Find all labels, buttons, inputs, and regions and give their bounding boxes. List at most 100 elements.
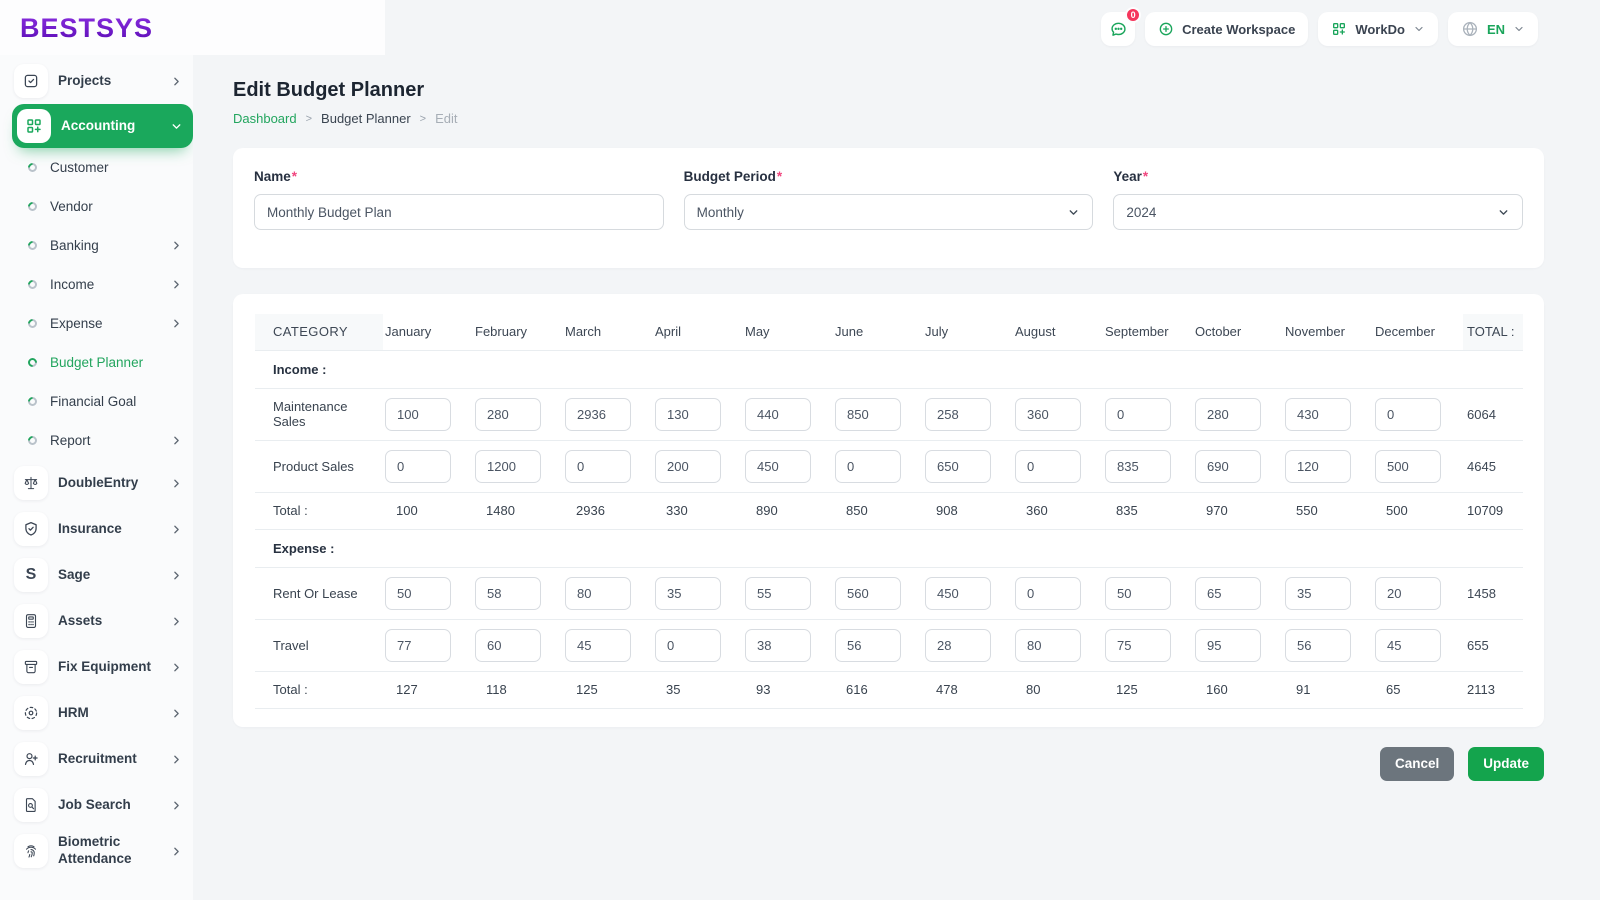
sidebar-item-vendor[interactable]: Vendor — [0, 187, 193, 226]
month-total: 550 — [1283, 492, 1373, 530]
name-input[interactable] — [254, 194, 664, 230]
budget-amount-input[interactable] — [745, 449, 811, 483]
budget-amount-input[interactable] — [565, 628, 631, 662]
required-asterisk: * — [776, 169, 783, 184]
sidebar-item-biometric-attendance[interactable]: Biometric Attendance — [0, 828, 193, 874]
budget-amount-input[interactable] — [565, 576, 631, 610]
budget-amount-input[interactable] — [1375, 449, 1441, 483]
sidebar-item-expense[interactable]: Expense — [0, 304, 193, 343]
budget-amount-input[interactable] — [1105, 576, 1171, 610]
sidebar-item-fix-equipment[interactable]: Fix Equipment — [0, 644, 193, 690]
table-cell — [473, 619, 563, 672]
budget-period-select[interactable]: Monthly — [683, 194, 1094, 230]
workspace-switcher[interactable]: WorkDo — [1318, 12, 1438, 46]
budget-amount-input[interactable] — [655, 449, 721, 483]
table-cell — [1013, 440, 1103, 493]
budget-amount-input[interactable] — [1015, 576, 1081, 610]
sidebar-item-sage[interactable]: S Sage — [0, 552, 193, 598]
month-total: 125 — [1103, 671, 1193, 709]
budget-amount-input[interactable] — [1285, 397, 1351, 431]
year-select[interactable]: 2024 — [1113, 194, 1523, 230]
sidebar-item-report[interactable]: Report — [0, 421, 193, 460]
chevron-right-icon — [170, 75, 183, 88]
globe-icon — [1461, 20, 1479, 38]
budget-amount-input[interactable] — [385, 576, 451, 610]
budget-amount-input[interactable] — [1105, 449, 1171, 483]
sidebar-item-job-search[interactable]: Job Search — [0, 782, 193, 828]
budget-amount-input[interactable] — [1195, 397, 1261, 431]
budget-amount-input[interactable] — [655, 397, 721, 431]
sidebar-item-accounting[interactable]: Accounting — [12, 104, 193, 148]
month-total: 330 — [653, 492, 743, 530]
sidebar-item-budget-planner[interactable]: Budget Planner — [0, 343, 193, 382]
month-total: 360 — [1013, 492, 1103, 530]
breadcrumb-separator: > — [305, 112, 313, 125]
budget-amount-input[interactable] — [925, 397, 991, 431]
section-row: Income : — [255, 350, 1523, 389]
budget-amount-input[interactable] — [475, 449, 541, 483]
sidebar-item-insurance[interactable]: Insurance — [0, 506, 193, 552]
budget-amount-input[interactable] — [925, 576, 991, 610]
breadcrumb-dashboard[interactable]: Dashboard — [233, 111, 297, 126]
sidebar-item-financial-goal[interactable]: Financial Goal — [0, 382, 193, 421]
budget-amount-input[interactable] — [745, 628, 811, 662]
sidebar-item-label: Sage — [58, 566, 91, 582]
budget-amount-input[interactable] — [835, 397, 901, 431]
language-selector[interactable]: EN — [1447, 12, 1538, 46]
budget-amount-input[interactable] — [385, 397, 451, 431]
budget-amount-input[interactable] — [385, 449, 451, 483]
budget-amount-input[interactable] — [475, 576, 541, 610]
budget-amount-input[interactable] — [925, 628, 991, 662]
budget-amount-input[interactable] — [1105, 628, 1171, 662]
budget-amount-input[interactable] — [1285, 628, 1351, 662]
budget-amount-input[interactable] — [1285, 576, 1351, 610]
table-cell — [1013, 567, 1103, 620]
budget-amount-input[interactable] — [835, 449, 901, 483]
budget-amount-input[interactable] — [835, 628, 901, 662]
budget-amount-input[interactable] — [1015, 397, 1081, 431]
budget-amount-input[interactable] — [1195, 449, 1261, 483]
sidebar-item-doubleentry[interactable]: DoubleEntry — [0, 460, 193, 506]
budget-amount-input[interactable] — [1015, 449, 1081, 483]
sidebar-item-customer[interactable]: Customer — [0, 148, 193, 187]
messages-badge: 0 — [1125, 7, 1142, 23]
budget-amount-input[interactable] — [745, 576, 811, 610]
sidebar-item-banking[interactable]: Banking — [0, 226, 193, 265]
sidebar-item-label: Financial Goal — [50, 394, 137, 409]
create-workspace-button[interactable]: Create Workspace — [1145, 12, 1309, 46]
budget-amount-input[interactable] — [655, 576, 721, 610]
sidebar-item-recruitment[interactable]: Recruitment — [0, 736, 193, 782]
budget-amount-input[interactable] — [1375, 576, 1441, 610]
table-cell — [833, 440, 923, 493]
month-total: 80 — [1013, 671, 1103, 709]
messages-button[interactable]: 0 — [1101, 7, 1142, 46]
update-button[interactable]: Update — [1468, 746, 1544, 781]
budget-amount-input[interactable] — [1375, 397, 1441, 431]
budget-amount-input[interactable] — [565, 397, 631, 431]
budget-amount-input[interactable] — [1195, 628, 1261, 662]
budget-amount-input[interactable] — [835, 576, 901, 610]
budget-amount-input[interactable] — [1105, 397, 1171, 431]
budget-amount-input[interactable] — [475, 628, 541, 662]
budget-amount-input[interactable] — [1375, 628, 1441, 662]
table-cell — [743, 619, 833, 672]
required-asterisk: * — [291, 169, 298, 184]
budget-amount-input[interactable] — [655, 628, 721, 662]
budget-amount-input[interactable] — [475, 397, 541, 431]
category-label: Product Sales — [255, 440, 383, 493]
cancel-button[interactable]: Cancel — [1379, 746, 1455, 781]
sidebar-item-assets[interactable]: Assets — [0, 598, 193, 644]
accounting-icon — [17, 109, 51, 143]
sidebar-item-projects[interactable]: Projects — [0, 58, 193, 104]
budget-amount-input[interactable] — [385, 628, 451, 662]
budget-amount-input[interactable] — [1195, 576, 1261, 610]
sidebar-item-income[interactable]: Income — [0, 265, 193, 304]
budget-amount-input[interactable] — [1015, 628, 1081, 662]
budget-amount-input[interactable] — [1285, 449, 1351, 483]
budget-amount-input[interactable] — [745, 397, 811, 431]
row-total: 4645 — [1463, 440, 1523, 493]
sidebar-item-hrm[interactable]: HRM — [0, 690, 193, 736]
budget-amount-input[interactable] — [565, 449, 631, 483]
column-header: August — [1013, 314, 1103, 351]
budget-amount-input[interactable] — [925, 449, 991, 483]
